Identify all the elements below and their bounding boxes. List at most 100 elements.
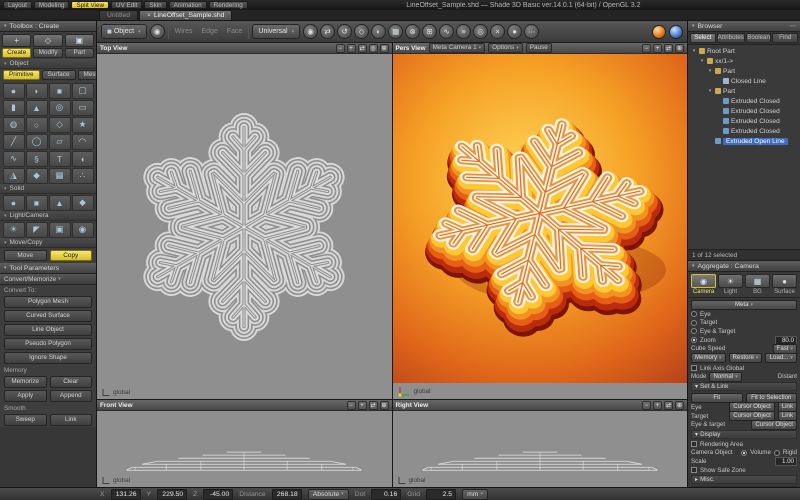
radio-row-eye[interactable]: Eye: [691, 310, 797, 319]
x-coordinate-field[interactable]: 131.26: [111, 489, 141, 500]
solid-sphere-icon[interactable]: ●: [3, 195, 25, 211]
disclosure-triangle-icon[interactable]: ▾: [695, 383, 698, 390]
misc-section[interactable]: ▸ Misc.: [691, 475, 797, 484]
star-icon[interactable]: ★: [72, 117, 94, 133]
collapse-icon[interactable]: ▾: [692, 263, 695, 269]
radio-icon[interactable]: [691, 311, 697, 317]
close-icon[interactable]: ×: [147, 12, 151, 19]
camera-select-dropdown[interactable]: Meta Camera 1: [429, 43, 486, 53]
tree-row[interactable]: Extruded Closed: [688, 96, 800, 106]
disclosure-triangle-icon[interactable]: ▾: [695, 431, 698, 438]
front-view-canvas[interactable]: global: [97, 411, 392, 487]
z-coordinate-field[interactable]: -45.00: [203, 489, 233, 500]
top-view-canvas[interactable]: global: [97, 54, 392, 399]
category-tab-mesh[interactable]: Mesh: [78, 70, 97, 80]
prism-icon[interactable]: ◆: [26, 168, 48, 184]
disclosure-triangle-icon[interactable]: ▾: [707, 88, 713, 94]
rounded-cube-icon[interactable]: ▢: [72, 83, 94, 99]
text-icon[interactable]: T: [49, 151, 71, 167]
tool-parameters-header[interactable]: ▾ Tool Parameters: [0, 263, 96, 274]
disclosure-triangle-icon[interactable]: ▾: [691, 48, 697, 54]
display-mode-wires[interactable]: Wires: [172, 28, 196, 35]
helix-icon[interactable]: §: [26, 151, 48, 167]
arc-icon[interactable]: ◠: [72, 134, 94, 150]
top-viewport[interactable]: Top View − + ⇄ ◎ ⊕: [97, 43, 392, 399]
pyramid-icon[interactable]: ◮: [3, 168, 25, 184]
toolbox-tab-part[interactable]: ▣Part: [65, 34, 94, 58]
convert-option-pseudo-polygon[interactable]: Pseudo Polygon: [4, 338, 92, 350]
zoom-in-icon[interactable]: +: [653, 401, 662, 410]
pan-icon[interactable]: ⇄: [358, 44, 367, 53]
toolbox-header[interactable]: ▾ Toolbox : Create: [0, 21, 96, 32]
dot-field[interactable]: 0.16: [371, 489, 401, 500]
torus-icon[interactable]: ◎: [49, 100, 71, 116]
zoom-in-icon[interactable]: +: [653, 44, 662, 53]
disc-icon[interactable]: ◍: [3, 117, 25, 133]
scale-value-field[interactable]: 1.00: [775, 457, 797, 466]
radio-row-target[interactable]: Target: [691, 319, 797, 328]
memorize-button[interactable]: Memorize: [4, 376, 47, 388]
move-button[interactable]: Move: [4, 250, 47, 261]
category-tab-surface[interactable]: Surface: [42, 70, 76, 80]
pan-icon[interactable]: ⇄: [369, 401, 378, 410]
render-preview-sphere-icon[interactable]: [652, 25, 666, 39]
pers-view-canvas[interactable]: global: [393, 54, 688, 399]
rendering-area-checkbox[interactable]: [691, 441, 697, 447]
zoom-in-icon[interactable]: +: [358, 401, 367, 410]
pers-viewport[interactable]: Pers View Meta Camera 1 Options Pause − …: [393, 43, 688, 399]
menu-tab-animation[interactable]: Animation: [169, 1, 207, 9]
zoom-out-icon[interactable]: −: [642, 401, 651, 410]
measure-tool-icon[interactable]: ≡: [456, 24, 471, 39]
collapse-icon[interactable]: ▾: [4, 265, 7, 271]
apply-button[interactable]: Apply: [4, 390, 47, 402]
cube-icon[interactable]: ■: [49, 83, 71, 99]
disclosure-triangle-icon[interactable]: ▾: [4, 61, 7, 67]
load-button[interactable]: Load...: [765, 353, 797, 363]
fit-button[interactable]: Fit: [691, 393, 743, 403]
toolbox-tab-modify[interactable]: ◇Modify: [33, 34, 62, 58]
display-mode-edge[interactable]: Edge: [198, 28, 220, 35]
spline-icon[interactable]: ∿: [3, 151, 25, 167]
plane-icon[interactable]: ▭: [72, 100, 94, 116]
render-tool-icon[interactable]: ●: [507, 24, 522, 39]
smooth-link-button[interactable]: Link: [50, 414, 93, 426]
restore-button[interactable]: Restore: [729, 353, 763, 363]
memory-button[interactable]: Memory: [691, 353, 726, 363]
options-dropdown[interactable]: Options: [488, 43, 523, 53]
fit-view-icon[interactable]: ⊕: [380, 401, 389, 410]
point-light-icon[interactable]: ☀: [3, 222, 25, 238]
browser-tab-find[interactable]: Find: [772, 33, 798, 43]
show-safe-zone-checkbox[interactable]: [691, 467, 697, 473]
capsule-icon[interactable]: ◖: [72, 151, 94, 167]
solid-section-header[interactable]: ▾ Solid: [0, 184, 96, 194]
pause-button[interactable]: Pause: [526, 43, 552, 53]
menu-tab-uv-edit[interactable]: UV Edit: [111, 1, 142, 9]
target-tool-icon[interactable]: ◎: [473, 24, 488, 39]
collapse-icon[interactable]: ▾: [4, 23, 7, 29]
collapse-icon[interactable]: ▾: [692, 23, 695, 29]
menu-tab-layout[interactable]: Layout: [3, 1, 32, 9]
more-tools-icon[interactable]: ⋯: [524, 24, 539, 39]
zoom-out-icon[interactable]: −: [642, 44, 651, 53]
camera-view-icon[interactable]: ◉: [150, 24, 165, 39]
aggregate-header[interactable]: ▾ Aggregate : Camera: [688, 261, 800, 272]
copy-button[interactable]: Copy: [50, 250, 93, 261]
grid-snap-icon[interactable]: ▦: [388, 24, 403, 39]
area-light-icon[interactable]: ▣: [49, 222, 71, 238]
disclosure-triangle-icon[interactable]: ▾: [4, 240, 7, 246]
tree-row[interactable]: ▾Part: [688, 86, 800, 96]
grid-plane-icon[interactable]: ▦: [49, 168, 71, 184]
browser-tab-attributes[interactable]: Attributes: [717, 33, 745, 43]
polygon-icon[interactable]: ◇: [49, 117, 71, 133]
menu-tab-rendering[interactable]: Rendering: [209, 1, 248, 9]
fit-view-icon[interactable]: ⊕: [675, 44, 684, 53]
solid-cube-icon[interactable]: ■: [26, 195, 48, 211]
tree-row[interactable]: ▾xx/1->: [688, 56, 800, 66]
circle-line-icon[interactable]: ◯: [26, 134, 48, 150]
convert-memorize-section[interactable]: Convert/Memorize: [0, 274, 96, 285]
sphere-icon[interactable]: ●: [3, 83, 25, 99]
display-section[interactable]: ▾ Display: [691, 430, 797, 439]
shading-sphere-icon[interactable]: [669, 25, 683, 39]
tree-row[interactable]: ▾Root Part: [688, 46, 800, 56]
pan-icon[interactable]: ⇄: [664, 401, 673, 410]
